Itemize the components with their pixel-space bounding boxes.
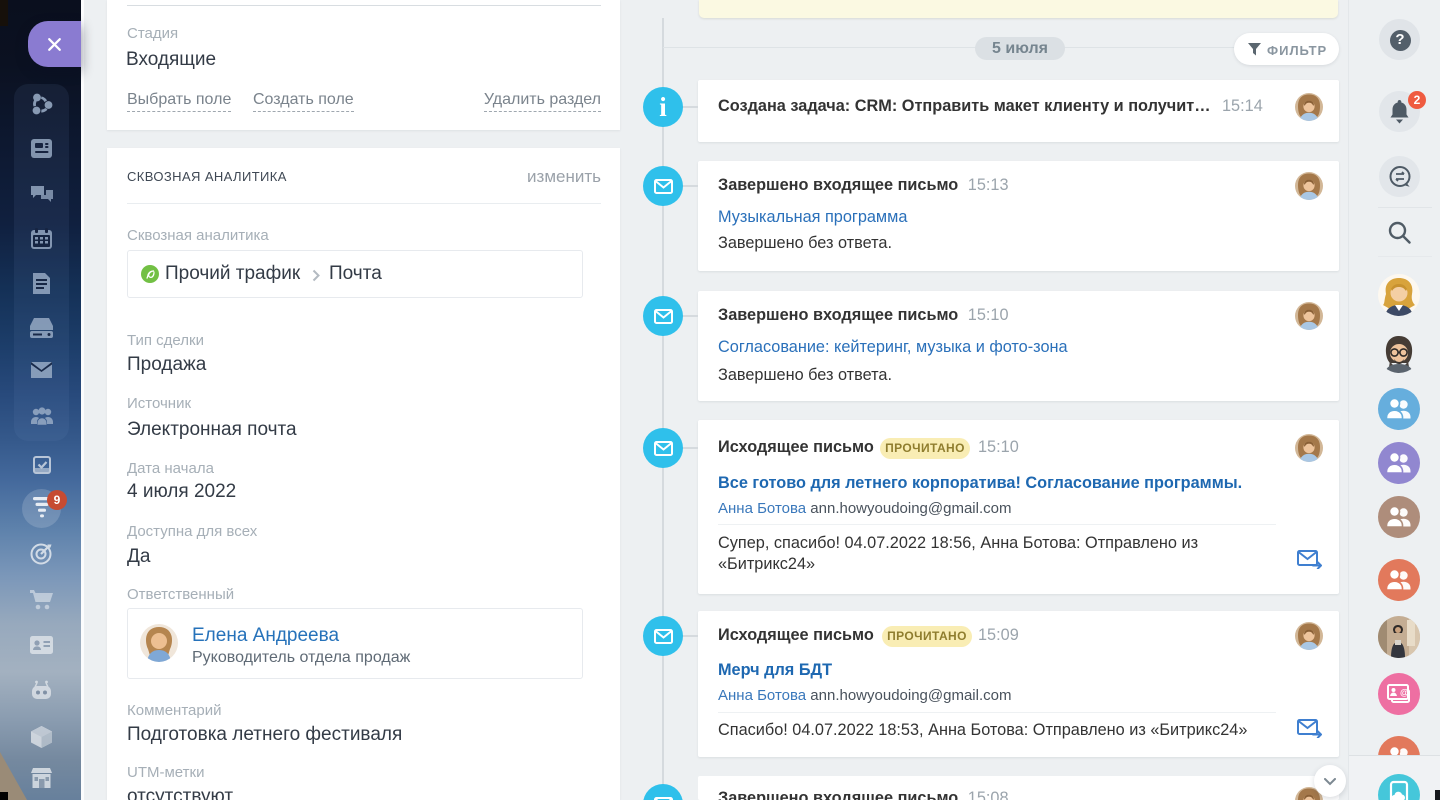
svg-text:@: @ [1400,688,1409,698]
